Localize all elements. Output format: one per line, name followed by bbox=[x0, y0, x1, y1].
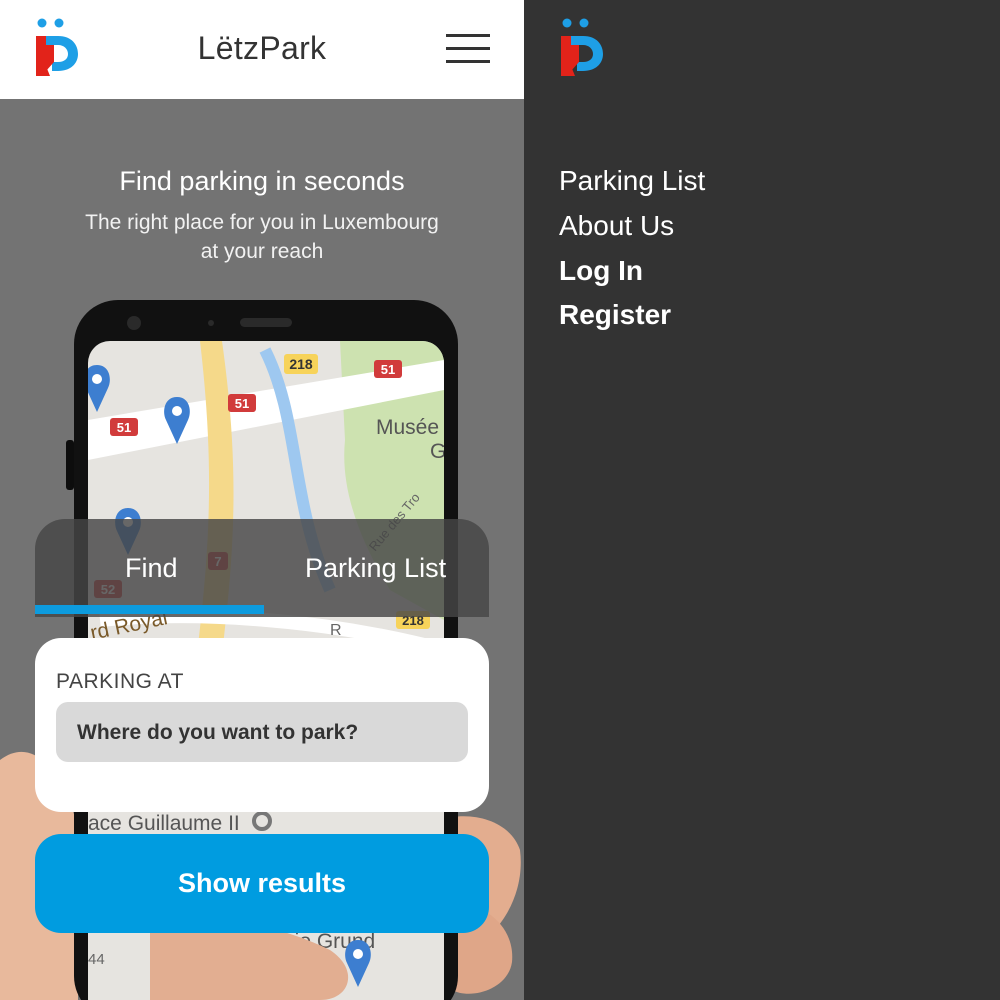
road-label: 51 bbox=[381, 362, 395, 377]
show-results-label: Show results bbox=[177, 868, 347, 898]
hero-subtitle: The right place for you in Luxembourg at… bbox=[62, 208, 462, 266]
hero-title: Find parking in seconds bbox=[119, 166, 405, 196]
map-place-label: R bbox=[330, 622, 342, 639]
hero-subtitle-line: at your reach bbox=[200, 240, 324, 263]
parking-at-label: PARKING AT bbox=[56, 670, 184, 693]
tab-find[interactable]: Find bbox=[125, 553, 178, 584]
tab-parking-list[interactable]: Parking List bbox=[305, 553, 446, 584]
active-tab-indicator bbox=[35, 605, 264, 614]
app-screen: 218 51 51 51 7 52 218 Musée G Rue des Tr… bbox=[0, 0, 524, 1000]
map-place-label: Musée bbox=[376, 416, 439, 439]
letzpark-logo-icon[interactable] bbox=[557, 18, 607, 80]
hamburger-menu-icon[interactable] bbox=[446, 34, 490, 64]
map-place-label: 44 bbox=[88, 951, 105, 968]
hero-subtitle-line: The right place for you in Luxembourg bbox=[85, 211, 439, 234]
drawer-item-register[interactable]: Register bbox=[559, 299, 671, 331]
road-label: 51 bbox=[235, 396, 249, 411]
search-tabs: Find Parking List bbox=[35, 519, 489, 617]
drawer-item-about-us[interactable]: About Us bbox=[559, 210, 674, 242]
road-label: 51 bbox=[117, 420, 131, 435]
app-header: LëtzPark bbox=[0, 0, 524, 99]
parking-location-placeholder: Where do you want to park? bbox=[77, 721, 359, 744]
map-place-label: G bbox=[430, 440, 446, 463]
drawer-item-parking-list[interactable]: Parking List bbox=[559, 165, 705, 197]
search-card: PARKING AT Where do you want to park? bbox=[35, 638, 489, 812]
drawer-item-log-in[interactable]: Log In bbox=[559, 255, 643, 287]
side-drawer: Parking List About Us Log In Register bbox=[524, 0, 1000, 1000]
road-label: 218 bbox=[289, 356, 313, 372]
map-place-label: ace Guillaume II bbox=[88, 812, 240, 835]
show-results-button[interactable]: Show results bbox=[35, 834, 489, 933]
parking-location-input[interactable]: Where do you want to park? bbox=[56, 702, 468, 762]
